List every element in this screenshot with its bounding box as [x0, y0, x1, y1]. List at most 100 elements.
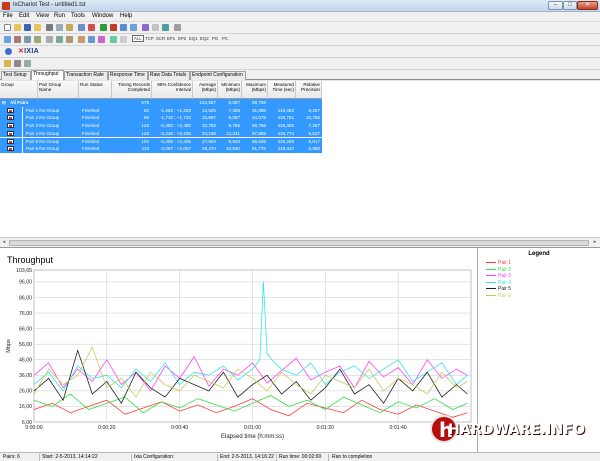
expand-icon[interactable]: ⊟: [2, 100, 6, 106]
save-as-icon[interactable]: [34, 24, 41, 31]
table-row[interactable]: Pair 4 No Group Finished 128 -2,236 : +2…: [0, 129, 322, 138]
column-header-confidence[interactable]: 95% Confidence Interval: [152, 81, 193, 99]
table-row[interactable]: Pair 3 No Group Finished 126 -2,460 : +2…: [0, 122, 322, 130]
status-cell: Finished: [82, 115, 100, 121]
menu-bar: File Edit View Run Tools Window Help: [0, 12, 600, 22]
eq1-filter-button[interactable]: EQ1: [189, 36, 198, 41]
filter-icon[interactable]: [4, 36, 11, 43]
info-icon[interactable]: [5, 48, 12, 55]
legend-swatch: [486, 262, 496, 264]
paste-icon[interactable]: [66, 24, 73, 31]
table-row[interactable]: Pair 2 No Group Finished 59 -1,710 : +1,…: [0, 114, 322, 123]
scrollbar-thumb[interactable]: [9, 240, 589, 246]
menu-window[interactable]: Window: [92, 13, 113, 19]
secondary-toolbar: [0, 58, 600, 70]
table-row[interactable]: Pair 1 No Group Finished 52 -1,253 : +1,…: [0, 106, 322, 115]
tcp-filter-button[interactable]: TCP: [145, 36, 154, 41]
scroll-right-icon[interactable]: ▸: [591, 238, 599, 247]
refresh-icon[interactable]: [24, 60, 31, 67]
ep2-filter-button[interactable]: EP2: [178, 36, 186, 41]
table-row-all-pairs[interactable]: ⊟ All Pairs 579 154,597 6,087 98,766: [0, 99, 322, 107]
scr-filter-button[interactable]: SCR: [156, 36, 165, 41]
help-icon[interactable]: [174, 24, 181, 31]
zoom-icon[interactable]: [110, 36, 117, 43]
group-icon[interactable]: [46, 36, 53, 43]
group-cell: All Pairs: [10, 100, 29, 105]
add-pair-icon[interactable]: [120, 24, 127, 31]
x-tick-label: 0:01:40: [390, 425, 407, 431]
menu-file[interactable]: File: [3, 13, 13, 19]
y-tick-label: 26,00: [19, 389, 32, 395]
stop-icon[interactable]: [110, 24, 117, 31]
column-header-pair-group-name[interactable]: Pair Group Name: [38, 81, 79, 99]
status-cell: Finished: [82, 146, 100, 152]
tab-throughput[interactable]: Throughput: [31, 70, 64, 80]
precision-cell: 8,617: [308, 138, 321, 144]
network-icon[interactable]: [24, 36, 31, 43]
tab-test-setup[interactable]: Test Setup: [1, 71, 31, 80]
open-folder-icon[interactable]: [14, 24, 21, 31]
chart-icon[interactable]: [78, 36, 85, 43]
table-row[interactable]: Pair 5 No Group Finished 104 -2,405 : +2…: [0, 137, 322, 146]
column-header-precision[interactable]: Relative Precision: [296, 81, 322, 99]
print-icon[interactable]: [152, 24, 159, 31]
column-header-measured-time[interactable]: Measured Time (sec): [268, 81, 296, 99]
edit-icon[interactable]: [78, 24, 85, 31]
maximize-button[interactable]: □: [563, 1, 577, 10]
collapse-icon[interactable]: [66, 36, 73, 43]
export-icon[interactable]: [162, 24, 169, 31]
column-header-minimum[interactable]: Minimum (Mbps): [218, 81, 242, 99]
group-cell: Pair 6 No Group: [26, 146, 60, 152]
menu-help[interactable]: Help: [120, 13, 132, 19]
column-header-group[interactable]: Group: [0, 81, 38, 99]
legend-icon[interactable]: [98, 36, 105, 43]
new-file-icon[interactable]: [4, 24, 11, 31]
cut-icon[interactable]: [46, 24, 53, 31]
add-multicast-icon[interactable]: [130, 24, 137, 31]
pair-icon: [7, 146, 14, 152]
minimize-button[interactable]: –: [548, 1, 563, 10]
column-header-average[interactable]: Average (Mbps): [193, 81, 218, 99]
tab-response-time[interactable]: Response Time: [108, 71, 148, 80]
menu-edit[interactable]: Edit: [19, 13, 29, 19]
endpoint-icon[interactable]: [14, 36, 21, 43]
y-tick-label: 46,00: [19, 358, 32, 364]
tab-endpoint-configuration[interactable]: Endpoint Configuration: [190, 71, 246, 80]
save-icon[interactable]: [24, 24, 31, 31]
grid-icon[interactable]: [88, 36, 95, 43]
all-filter-button[interactable]: ALL: [132, 35, 144, 42]
group-cell: Pair 1 No Group: [26, 107, 60, 113]
run-icon[interactable]: [100, 24, 107, 31]
settings-icon[interactable]: [14, 60, 21, 67]
menu-tools[interactable]: Tools: [71, 13, 85, 19]
scroll-left-icon[interactable]: ◂: [0, 238, 8, 247]
table-row[interactable]: Pair 6 No Group Finished 110 -2,057 : +2…: [0, 145, 322, 153]
delete-icon[interactable]: [88, 24, 95, 31]
expand-icon[interactable]: [56, 36, 63, 43]
ixia-logo: ✕IXIA: [18, 48, 39, 55]
report-icon[interactable]: [142, 24, 149, 31]
horizontal-scrollbar[interactable]: ◂ ▸: [0, 237, 600, 247]
menu-run[interactable]: Run: [54, 13, 65, 19]
ep1-filter-button[interactable]: EP1: [167, 36, 175, 41]
column-header-records[interactable]: Timing Records Completed: [112, 81, 152, 99]
legend-label: Pair 4: [498, 279, 512, 286]
pair-icon: [7, 138, 14, 144]
close-button[interactable]: ✕: [577, 1, 598, 10]
copy-icon[interactable]: [56, 24, 63, 31]
average-cell: 15,897: [201, 115, 216, 121]
pc-filter-button[interactable]: PC: [222, 36, 228, 41]
menu-view[interactable]: View: [36, 13, 49, 19]
view-icon[interactable]: [120, 36, 127, 43]
column-header-maximum[interactable]: Maximum (Mbps): [242, 81, 268, 99]
tab-raw-data-totals[interactable]: Raw Data Totals: [148, 71, 190, 80]
tab-transaction-rate[interactable]: Transaction Rate: [64, 71, 108, 80]
records-cell: 128: [141, 130, 149, 136]
sort-icon[interactable]: [34, 36, 41, 43]
legend-swatch: [486, 294, 496, 296]
column-header-run-status[interactable]: Run Status: [79, 81, 112, 99]
bookmark-icon[interactable]: [4, 60, 11, 67]
eq2-filter-button[interactable]: EQ2: [200, 36, 209, 41]
confidence-cell: -2,460 : +2,460: [159, 123, 191, 129]
pg-filter-button[interactable]: PG: [212, 36, 218, 41]
